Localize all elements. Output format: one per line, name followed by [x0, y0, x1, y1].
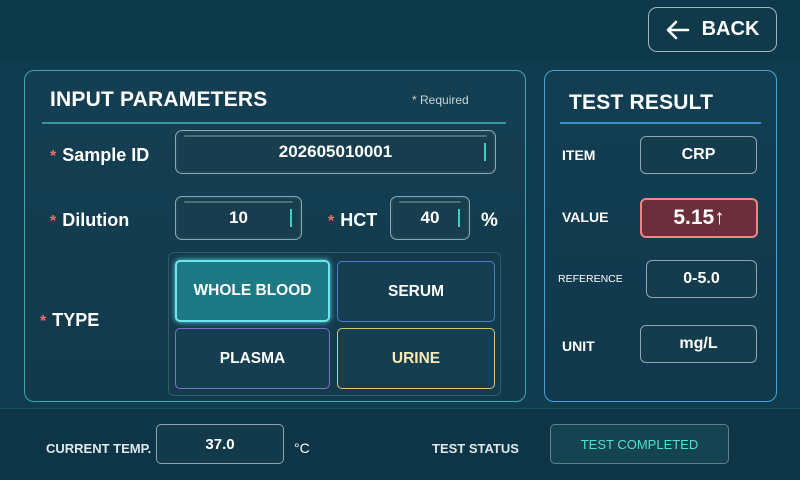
temp-unit: °C — [294, 440, 310, 456]
sample-id-input[interactable]: 202605010001 — [175, 130, 496, 174]
type-whole-blood-button[interactable]: WHOLE BLOOD — [175, 260, 330, 322]
input-panel-title-underline — [42, 122, 506, 124]
text-caret — [484, 143, 486, 161]
dilution-value: 10 — [229, 208, 248, 227]
dilution-label: * Dilution — [50, 210, 130, 230]
required-note: * Required — [412, 93, 469, 107]
test-status-value: TEST COMPLETED — [550, 424, 729, 464]
item-value: CRP — [640, 136, 757, 174]
required-star: * — [40, 313, 47, 330]
current-temp-value: 37.0 — [156, 424, 284, 464]
reference-value: 0-5.0 — [646, 260, 757, 298]
type-urine-button[interactable]: URINE — [337, 328, 495, 389]
text-caret — [290, 209, 292, 227]
dilution-input[interactable]: 10 — [175, 196, 302, 240]
back-button[interactable]: BACK — [648, 7, 777, 52]
hct-input[interactable]: 40 — [390, 196, 470, 240]
unit-label: UNIT — [562, 338, 595, 354]
hct-value: 40 — [420, 208, 440, 227]
type-label: * TYPE — [40, 310, 100, 330]
reference-label: REFERENCE — [558, 273, 623, 285]
result-panel-title-underline — [560, 122, 761, 124]
back-button-label: BACK — [701, 18, 760, 40]
value-label: VALUE — [562, 209, 609, 225]
sample-id-label: * Sample ID — [50, 145, 150, 165]
sample-id-value: 202605010001 — [278, 142, 393, 161]
type-serum-button[interactable]: SERUM — [337, 261, 495, 322]
result-panel-title: TEST RESULT — [569, 91, 714, 114]
type-plasma-button[interactable]: PLASMA — [175, 328, 330, 389]
arrow-left-icon — [666, 20, 689, 39]
text-caret — [458, 209, 460, 227]
test-status-label: TEST STATUS — [432, 441, 519, 456]
required-star: * — [50, 148, 57, 165]
unit-value: mg/L — [640, 325, 757, 363]
required-star: * — [328, 213, 335, 230]
result-value: 5.15↑ — [640, 198, 758, 238]
item-label: ITEM — [562, 147, 596, 163]
hct-label: * HCT — [328, 210, 378, 230]
input-panel-title: INPUT PARAMETERS — [50, 88, 268, 111]
hct-unit: % — [481, 210, 498, 231]
current-temp-label: CURRENT TEMP. — [46, 441, 152, 456]
required-star: * — [50, 213, 57, 230]
